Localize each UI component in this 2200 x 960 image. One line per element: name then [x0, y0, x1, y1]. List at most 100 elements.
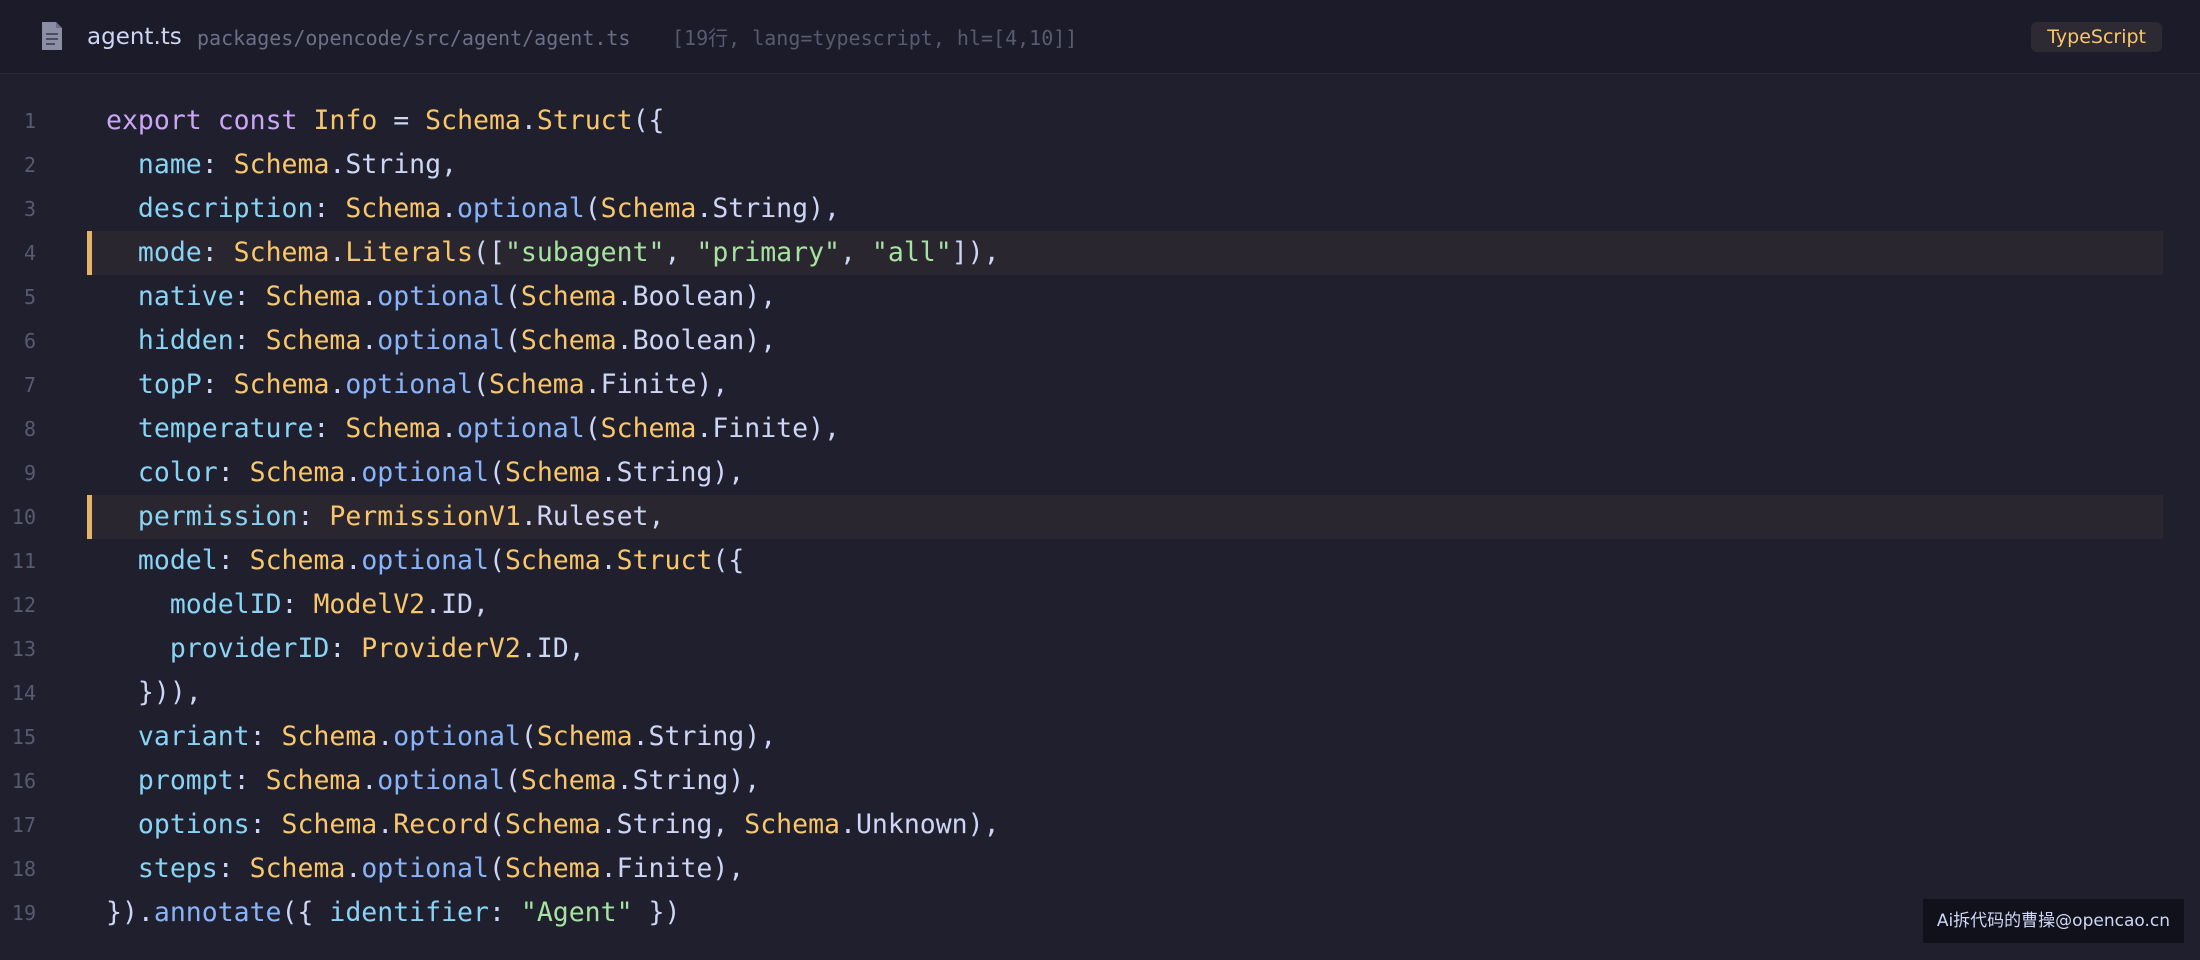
code-token: ]),	[951, 237, 1000, 268]
code-token: .String),	[632, 721, 777, 752]
code-token: (	[504, 281, 521, 312]
code-token: Literals	[345, 237, 474, 268]
line-number: 2	[23, 153, 36, 177]
code-text: export const Info = Schema.Struct({	[106, 99, 665, 143]
code-token: Struct	[536, 105, 633, 136]
code-token: Schema	[504, 457, 601, 488]
line-number: 11	[11, 549, 36, 573]
code-line[interactable]: 7 topP: Schema.optional(Schema.Finite),	[0, 363, 2200, 407]
code-token: (	[504, 765, 521, 796]
code-token: PermissionV1	[329, 501, 521, 532]
code-line[interactable]: 15 variant: Schema.optional(Schema.Strin…	[0, 715, 2200, 759]
code-token: .	[345, 545, 362, 576]
code-token: ,	[664, 237, 697, 268]
code-token: (	[520, 721, 537, 752]
line-number: 5	[23, 285, 36, 309]
code-token: Schema	[281, 809, 378, 840]
code-token: :	[201, 369, 234, 400]
code-token: optional	[377, 765, 505, 796]
code-text: temperature: Schema.optional(Schema.Fini…	[106, 407, 840, 451]
code-token: Schema	[520, 325, 617, 356]
code-line[interactable]: 10 permission: PermissionV1.Ruleset,	[0, 495, 2200, 539]
file-icon	[42, 22, 62, 50]
code-line[interactable]: 16 prompt: Schema.optional(Schema.String…	[0, 759, 2200, 803]
code-line[interactable]: 18 steps: Schema.optional(Schema.Finite)…	[0, 847, 2200, 891]
code-line[interactable]: 9 color: Schema.optional(Schema.String),	[0, 451, 2200, 495]
code-token: .	[520, 105, 537, 136]
line-number: 15	[11, 725, 36, 749]
code-text: topP: Schema.optional(Schema.Finite),	[106, 363, 728, 407]
code-line[interactable]: 3 description: Schema.optional(Schema.St…	[0, 187, 2200, 231]
code-token: annotate	[153, 897, 282, 928]
code-token: Schema	[504, 853, 601, 884]
code-line[interactable]: 19}).annotate({ identifier: "Agent" })	[0, 891, 2200, 935]
line-number: 4	[23, 241, 36, 265]
code-line[interactable]: 14 })),	[0, 671, 2200, 715]
code-token: optional	[457, 193, 585, 224]
code-token: Schema	[249, 457, 346, 488]
code-token: hidden	[137, 325, 234, 356]
code-token: name	[137, 149, 202, 180]
code-token: Info	[313, 105, 378, 136]
code-token: :	[249, 721, 282, 752]
code-token: :	[217, 457, 250, 488]
code-token: export	[106, 105, 202, 136]
code-token: Schema	[520, 281, 617, 312]
code-text: mode: Schema.Literals(["subagent", "prim…	[106, 231, 1000, 275]
code-token: Record	[393, 809, 489, 840]
code-line[interactable]: 17 options: Schema.Record(Schema.String,…	[0, 803, 2200, 847]
code-token: :	[281, 589, 314, 620]
code-token: .	[329, 237, 346, 268]
code-line[interactable]: 11 model: Schema.optional(Schema.Struct(…	[0, 539, 2200, 583]
line-number: 16	[11, 769, 36, 793]
code-line[interactable]: 8 temperature: Schema.optional(Schema.Fi…	[0, 407, 2200, 451]
code-token: })),	[106, 677, 202, 708]
code-text: native: Schema.optional(Schema.Boolean),	[106, 275, 776, 319]
code-token: .Ruleset,	[520, 501, 665, 532]
code-token: identifier	[329, 897, 489, 928]
code-token: :	[217, 545, 250, 576]
code-line[interactable]: 1 export const Info = Schema.Struct({	[0, 99, 2200, 143]
code-token: Schema	[425, 105, 521, 136]
code-token: ,	[840, 237, 872, 268]
code-editor[interactable]: 1 export const Info = Schema.Struct({2 na…	[0, 99, 2200, 935]
code-token: .	[441, 413, 458, 444]
code-token: :	[329, 633, 362, 664]
code-text: model: Schema.optional(Schema.Struct({	[106, 539, 744, 583]
language-badge[interactable]: TypeScript	[2031, 22, 2162, 52]
code-token: Schema	[520, 765, 617, 796]
code-token: Schema	[233, 237, 330, 268]
line-number: 12	[11, 593, 36, 617]
code-line[interactable]: 12 modelID: ModelV2.ID,	[0, 583, 2200, 627]
code-line[interactable]: 6 hidden: Schema.optional(Schema.Boolean…	[0, 319, 2200, 363]
code-token: ModelV2	[313, 589, 426, 620]
code-text: options: Schema.Record(Schema.String, Sc…	[106, 803, 1000, 847]
code-line[interactable]: 2 name: Schema.String,	[0, 143, 2200, 187]
editor-header: agent.ts packages/opencode/src/agent/age…	[0, 0, 2200, 74]
code-token: Struct	[616, 545, 713, 576]
code-text: permission: PermissionV1.Ruleset,	[106, 495, 665, 539]
code-token: .	[361, 281, 378, 312]
code-token: variant	[137, 721, 250, 752]
code-token: Schema	[249, 853, 346, 884]
code-line[interactable]: 5 native: Schema.optional(Schema.Boolean…	[0, 275, 2200, 319]
code-token: Schema	[345, 413, 442, 444]
line-number: 19	[11, 901, 36, 925]
code-line[interactable]: 13 providerID: ProviderV2.ID,	[0, 627, 2200, 671]
code-token: Schema	[504, 545, 601, 576]
code-token: optional	[393, 721, 521, 752]
code-token: .Unknown),	[840, 809, 1000, 840]
code-token: prompt	[137, 765, 234, 796]
code-line[interactable]: 4 mode: Schema.Literals(["subagent", "pr…	[0, 231, 2200, 275]
code-text: name: Schema.String,	[106, 143, 457, 187]
code-text: description: Schema.optional(Schema.Stri…	[106, 187, 840, 231]
code-token: .	[345, 457, 362, 488]
code-token: ({	[712, 545, 745, 576]
line-number: 14	[11, 681, 36, 705]
